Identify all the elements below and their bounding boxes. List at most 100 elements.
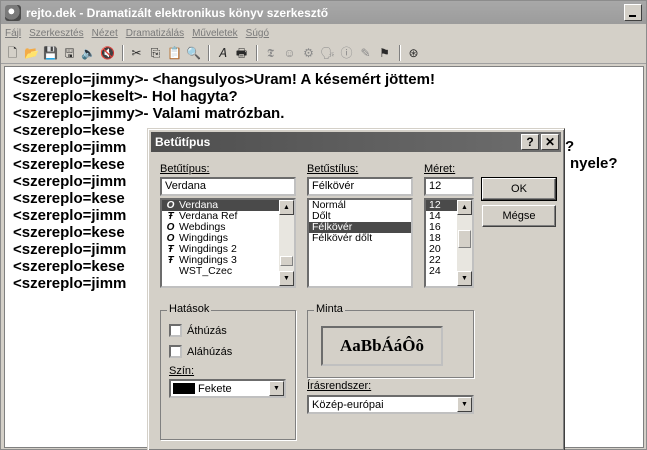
find-button[interactable]: 🔍 xyxy=(185,44,202,61)
color-swatch xyxy=(173,383,195,394)
save-all-button[interactable]: 🖫 xyxy=(61,44,78,61)
title-bar: rejto.dek - Dramatizált elektronikus kön… xyxy=(1,1,646,24)
font-icon: 𝐴 xyxy=(218,45,227,60)
size-label: Méret: xyxy=(424,163,456,175)
font-name-field[interactable]: Verdana xyxy=(160,177,296,196)
menu-edit[interactable]: Szerkesztés xyxy=(29,28,83,39)
minimize-button[interactable] xyxy=(624,4,642,21)
color-dropdown-button[interactable]: ▼ xyxy=(269,381,284,396)
checkbox-box xyxy=(169,324,182,337)
style-label: Betűstílus: xyxy=(307,163,359,175)
format-icon: 𝕿 xyxy=(266,45,275,60)
help-icon: ⊛ xyxy=(408,45,419,60)
strikeout-checkbox[interactable]: Áthúzás xyxy=(169,324,227,337)
size-field[interactable]: 12 xyxy=(424,177,474,196)
info-icon: ⓘ xyxy=(340,45,353,60)
find-icon: 🔍 xyxy=(186,45,201,60)
scroll-thumb[interactable] xyxy=(280,256,293,266)
dialog-title: Betűtípus xyxy=(155,135,211,149)
copy-icon: ⎘ xyxy=(150,45,161,60)
close-button[interactable]: ✕ xyxy=(541,134,559,150)
scroll-down-button[interactable]: ▼ xyxy=(457,271,472,286)
settings-button[interactable]: ⚙ xyxy=(300,44,317,61)
style-field[interactable]: Félkövér xyxy=(307,177,413,196)
save-button[interactable]: 💾 xyxy=(42,44,59,61)
color-label: Szín: xyxy=(169,365,195,377)
help-button[interactable]: ? xyxy=(521,134,539,150)
font-type-icon: Ŧ xyxy=(167,244,174,255)
editor-line-fragment: nyele? xyxy=(570,155,618,172)
size-list[interactable]: 12 14 16 18 20 22 24 ▲ ▼ xyxy=(424,198,474,288)
open-folder-button[interactable]: 📂 xyxy=(23,44,40,61)
list-item[interactable]: WST_Czec xyxy=(162,266,294,277)
filter-button[interactable]: ⚑ xyxy=(376,44,393,61)
preview-group: Minta AaBbÁáÔô xyxy=(307,303,474,378)
close-icon: ✕ xyxy=(544,135,556,149)
ok-button[interactable]: OK xyxy=(481,177,557,201)
list-item[interactable]: Félkövér dőlt xyxy=(309,233,411,244)
editor-line: <szereplo=keselt>- Hol hagyta? xyxy=(13,88,238,105)
strikeout-label: Áthúzás xyxy=(187,324,227,337)
stop-speaker-button[interactable]: 🔇 xyxy=(99,44,116,61)
scroll-down-button[interactable]: ▼ xyxy=(279,271,294,286)
new-file-button[interactable]: 🗋 xyxy=(4,44,21,61)
script-value: Közép-európai xyxy=(312,398,384,411)
list-item-label: Félkövér dőlt xyxy=(312,232,373,244)
help-button[interactable]: ⊛ xyxy=(405,44,422,61)
chevron-down-icon: ▼ xyxy=(461,275,468,282)
copy-button[interactable]: ⎘ xyxy=(147,44,164,61)
font-type-icon: Ŧ xyxy=(167,211,174,222)
format-button[interactable]: 𝕿 xyxy=(262,44,279,61)
save-icon: 💾 xyxy=(43,45,58,60)
scroll-up-button[interactable]: ▲ xyxy=(279,200,294,215)
scroll-thumb[interactable] xyxy=(458,230,471,248)
print-button[interactable]: 🖶 xyxy=(233,44,250,61)
menu-operations[interactable]: Műveletek xyxy=(192,28,238,39)
menu-dramatize[interactable]: Dramatizálás xyxy=(126,28,184,39)
save-all-icon: 🖫 xyxy=(64,45,75,60)
emoticon-button[interactable]: ☺ xyxy=(281,44,298,61)
font-list[interactable]: O Verdana Ŧ Verdana Ref O Webdings O Wingdings Ŧ… xyxy=(160,198,296,288)
font-dialog: Betűtípus ? ✕ Betűtípus: Verdana O Verdan… xyxy=(147,128,565,450)
script-select[interactable]: Közép-európai ▼ xyxy=(307,395,474,414)
menu-view[interactable]: Nézet xyxy=(92,28,118,39)
editor-line: <szereplo=jimmy>- Valami matrózban. xyxy=(13,105,285,122)
cancel-button[interactable]: Mégse xyxy=(482,205,556,227)
toolbar-separator xyxy=(208,44,210,61)
emoticon-icon: ☺ xyxy=(283,45,296,60)
settings-icon: ⚙ xyxy=(303,45,314,60)
cut-icon: ✂ xyxy=(131,45,142,60)
effects-group-title: Hatások xyxy=(167,303,212,315)
chevron-down-icon: ▼ xyxy=(461,401,468,408)
color-value: Fekete xyxy=(198,382,232,395)
font-type-icon: O xyxy=(166,222,175,233)
voice-icon: 🗣 xyxy=(319,45,336,60)
underline-label: Aláhúzás xyxy=(187,345,233,358)
font-preview: AaBbÁáÔô xyxy=(321,326,443,366)
underline-checkbox[interactable]: Aláhúzás xyxy=(169,345,232,358)
paste-icon: 📋 xyxy=(167,45,182,60)
list-item-label: 24 xyxy=(429,265,441,277)
style-list[interactable]: Normál Dőlt Félkövér Félkövér dőlt xyxy=(307,198,413,288)
cut-button[interactable]: ✂ xyxy=(128,44,145,61)
paste-button[interactable]: 📋 xyxy=(166,44,183,61)
menu-file[interactable]: Fájl xyxy=(5,28,21,39)
print-icon: 🖶 xyxy=(235,45,248,60)
voice-button[interactable]: 🗣 xyxy=(319,44,336,61)
tools-button[interactable]: ✎ xyxy=(357,44,374,61)
new-file-icon: 🗋 xyxy=(7,45,18,60)
menu-bar: Fájl Szerkesztés Nézet Dramatizálás Műve… xyxy=(1,24,646,42)
info-button[interactable]: ⓘ xyxy=(338,44,355,61)
color-select[interactable]: Fekete ▼ xyxy=(169,379,286,398)
size-list-scrollbar[interactable]: ▲ ▼ xyxy=(457,200,472,286)
menu-help[interactable]: Súgó xyxy=(246,28,269,39)
font-type-icon: O xyxy=(166,233,175,244)
font-list-scrollbar[interactable]: ▲ ▼ xyxy=(279,200,294,286)
open-folder-icon: 📂 xyxy=(24,45,39,60)
script-dropdown-button[interactable]: ▼ xyxy=(457,397,472,412)
scroll-up-button[interactable]: ▲ xyxy=(457,200,472,215)
font-button[interactable]: 𝐴 xyxy=(214,44,231,61)
app-icon xyxy=(5,4,21,21)
style-list-items: Normál Dőlt Félkövér Félkövér dőlt xyxy=(309,200,411,244)
speaker-button[interactable]: 🔈 xyxy=(80,44,97,61)
